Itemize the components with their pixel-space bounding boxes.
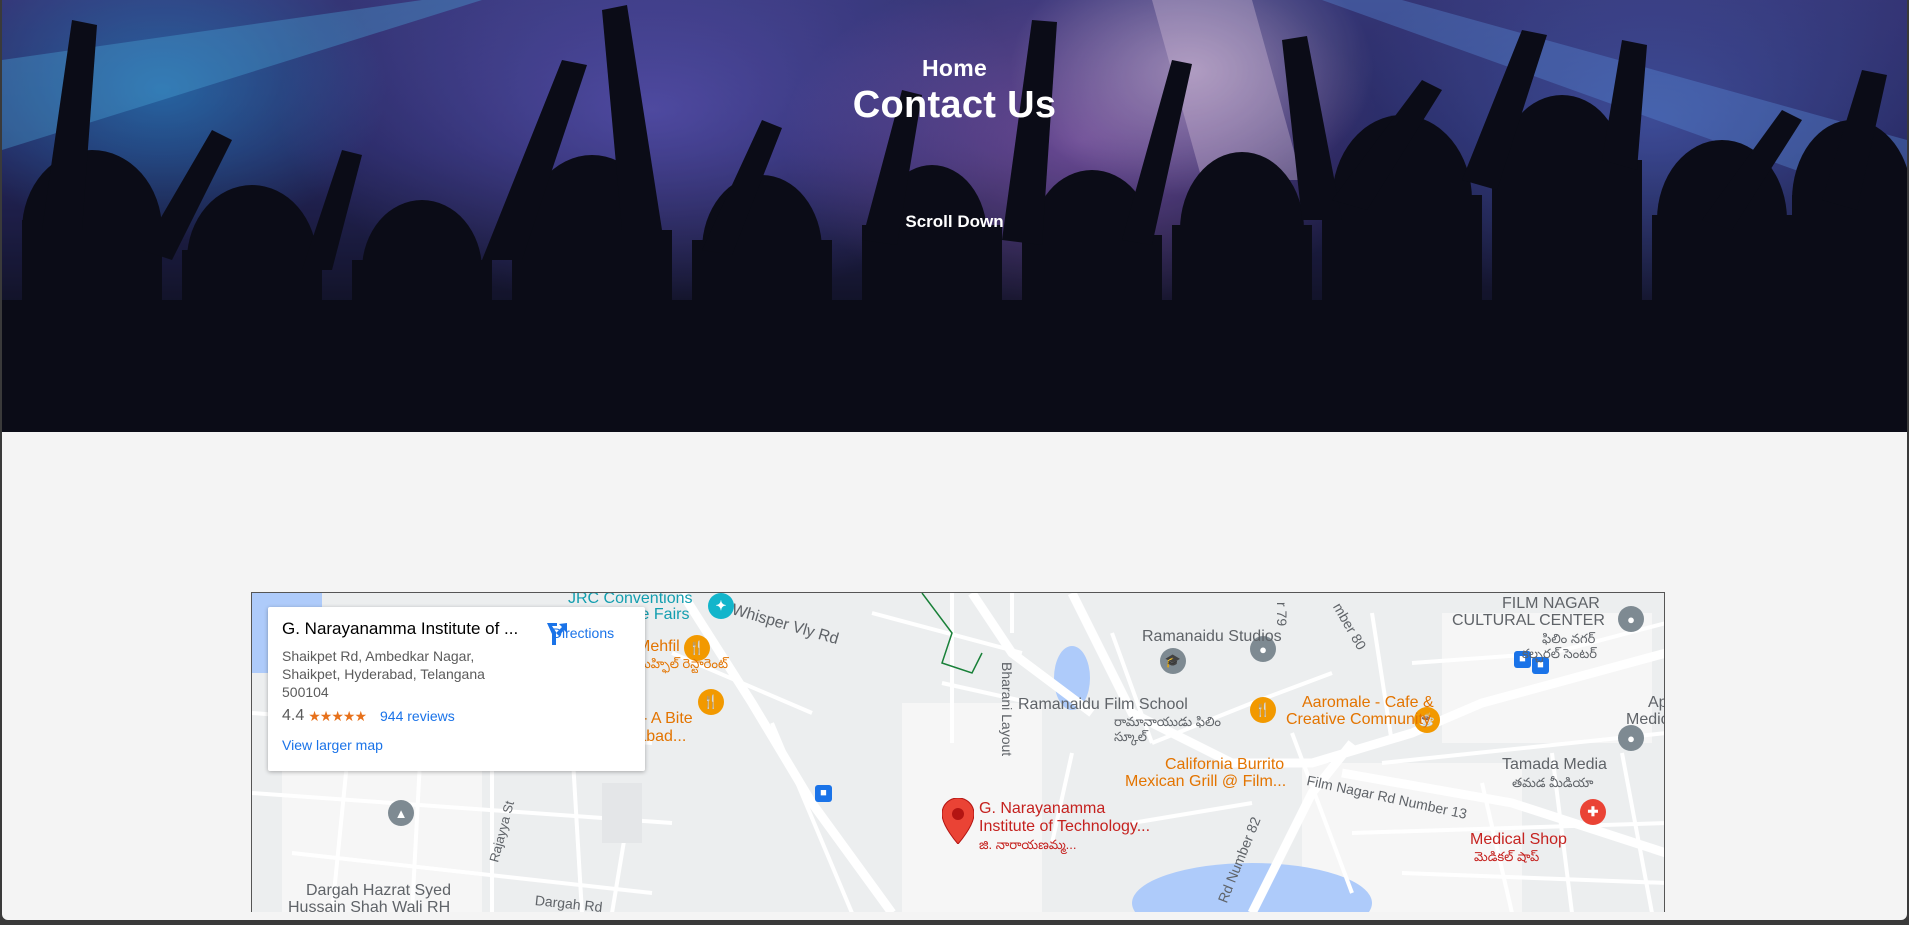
location-marker-icon[interactable] (942, 798, 974, 844)
map-label-medical-shop-te: మెడికల్ షాప్ (1474, 849, 1540, 864)
breadcrumb-home[interactable]: Home (2, 55, 1907, 82)
map-label-gnits-2: Institute of Technology... (979, 818, 1151, 835)
map-label-tamada-te: తమడ మీడియా (1512, 775, 1594, 790)
restaurant-pin-icon[interactable]: 🍴 (1250, 697, 1276, 723)
page: Home Contact Us Scroll Down ✦ 🍴 🍴 🎓 ● ● … (2, 0, 1907, 920)
map-label-dargah: Dargah Hazrat Syed (306, 882, 451, 899)
reviews-link[interactable]: 944 reviews (380, 708, 455, 724)
map-label-gnits-te: జి. నారాయణమ్మ... (979, 837, 1077, 852)
google-map-embed[interactable]: ✦ 🍴 🍴 🎓 ● ● 🍴 ☕ ● ✚ ▲ ■ ■ ■ JRC Conventi… (251, 592, 1665, 912)
map-label-ramanaidu-school: Ramanaidu Film School (1018, 696, 1188, 713)
map-label-california-2: Mexican Grill @ Film... (1125, 773, 1287, 790)
map-label-road-79: r 79 (1274, 602, 1290, 627)
star-rating-icon: ★★★★★ (308, 707, 367, 724)
directions-button[interactable]: Directions (543, 621, 623, 645)
map-label-medical-shop: Medical Shop (1470, 831, 1567, 848)
map-label-film-nagar: FILM NAGAR (1502, 595, 1600, 612)
place-rating-row: 4.4 ★★★★★ 944 reviews (282, 707, 631, 725)
hero-banner: Home Contact Us Scroll Down (2, 0, 1907, 432)
cultural-center-pin-icon[interactable]: ● (1618, 606, 1644, 632)
map-label-california: California Burrito (1165, 756, 1285, 773)
map-label-ramanaidu-school-te: రామానాయుడు ఫిలిం స్కూల్ (1114, 714, 1222, 744)
map-label-bharani-layout: Bharani Layout (999, 662, 1015, 757)
medical-shop-pin-icon[interactable]: ✚ (1580, 799, 1606, 825)
map-label-gnits: G. Narayanamma (979, 800, 1106, 817)
map-label-bite: - A Bite (642, 710, 693, 727)
rating-value: 4.4 (282, 707, 305, 724)
school-pin-icon[interactable]: 🎓 (1160, 648, 1186, 674)
mosque-pin-icon[interactable]: ▲ (388, 800, 414, 826)
map-label-cultural-center: CULTURAL CENTER (1452, 612, 1605, 629)
bus-stop-icon[interactable]: ■ (815, 785, 832, 802)
map-label-tamada: Tamada Media (1502, 756, 1607, 773)
place-address: Shaikpet Rd, Ambedkar Nagar, Shaikpet, H… (282, 648, 485, 700)
place-title: G. Narayanamma Institute of ... (282, 619, 519, 638)
map-label-aaromale: Aaromale - Cafe & (1302, 694, 1434, 711)
directions-icon (547, 623, 567, 645)
place-info-card: G. Narayanamma Institute of ... Shaikpet… (268, 607, 645, 771)
scroll-down-link[interactable]: Scroll Down (2, 212, 1907, 232)
restaurant-pin-icon[interactable]: 🍴 (698, 689, 724, 715)
map-label-ap: Ap (1648, 694, 1664, 711)
view-larger-map-link[interactable]: View larger map (282, 737, 631, 753)
map-label-mehfil-te: మహ్ఫిల్ రెస్టారెంట్ (637, 656, 728, 671)
map-label-medica: Medica (1626, 711, 1664, 728)
map-label-dargah-2: Hussain Shah Wali RH (288, 899, 451, 912)
map-label-ramanaidu-studios: Ramanaidu Studios (1142, 628, 1282, 645)
page-title: Contact Us (852, 84, 1057, 126)
map-label-aaromale-2: Creative Community (1286, 711, 1431, 728)
map-label-film-nagar-te-2: కల్చరల్ సెంటర్ (1522, 646, 1598, 661)
